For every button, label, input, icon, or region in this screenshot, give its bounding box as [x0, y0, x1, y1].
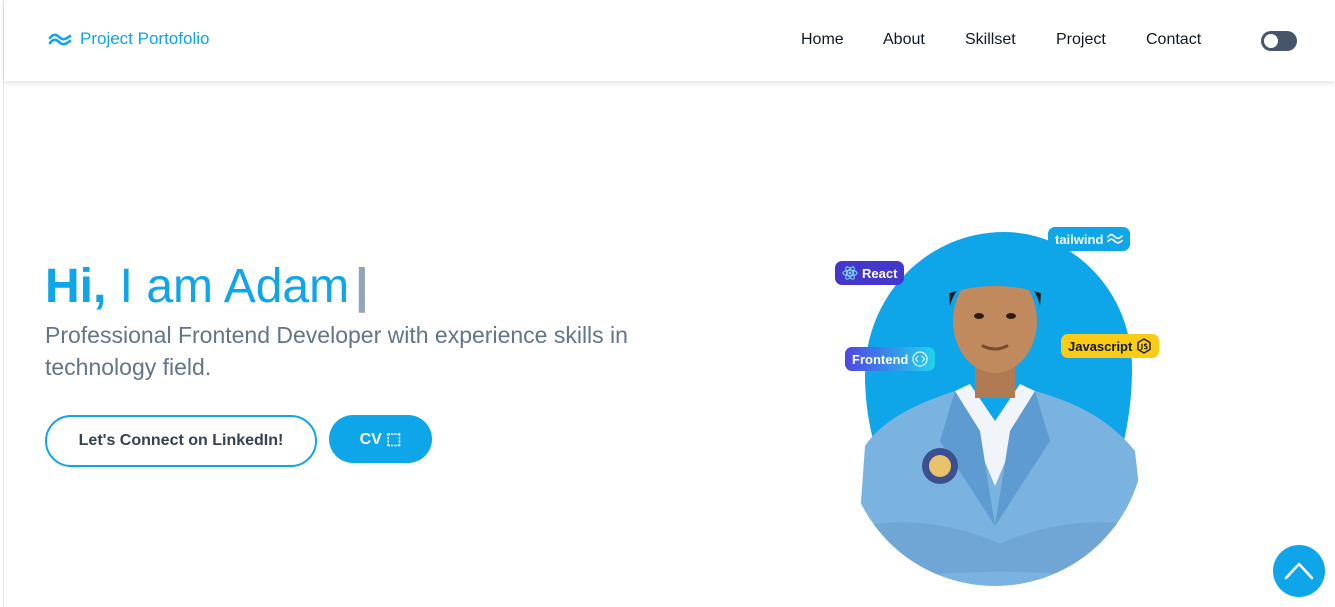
tailwind-badge: tailwind [1048, 227, 1131, 251]
frontend-badge: Frontend [845, 347, 936, 371]
react-badge-label: React [862, 265, 898, 281]
toggle-knob [1264, 34, 1278, 48]
chevron-up-icon [1284, 562, 1314, 580]
nav-contact[interactable]: Contact [1146, 31, 1201, 49]
nodejs-icon [1137, 338, 1152, 354]
scroll-to-top-button[interactable] [1273, 545, 1325, 597]
hero-description: Professional Frontend Developer with exp… [45, 322, 628, 380]
react-badge: React [835, 261, 905, 285]
brand-name: Project Portofolio [80, 29, 210, 48]
javascript-badge: Javascript [1061, 334, 1160, 358]
tailwind-wave-icon [48, 33, 72, 46]
navbar: Project Portofolio Home About Skillset P… [4, 0, 1335, 81]
tailwind-badge-label: tailwind [1055, 231, 1104, 247]
nav-skillset[interactable]: Skillset [965, 31, 1016, 49]
frontend-badge-label: Frontend [852, 351, 909, 367]
cv-button[interactable]: CV ⬚ [329, 415, 432, 463]
javascript-badge-label: Javascript [1068, 338, 1133, 354]
nav-about[interactable]: About [883, 31, 925, 49]
code-icon [912, 351, 928, 367]
linkedin-button[interactable]: Let's Connect on LinkedIn! [45, 415, 317, 467]
nav-project[interactable]: Project [1056, 31, 1106, 49]
brand-logo[interactable]: Project Portofolio [48, 29, 209, 49]
typing-cursor: | [355, 260, 369, 313]
tailwind-icon [1107, 233, 1124, 244]
react-icon [842, 266, 858, 280]
hero-greeting: Hi, [45, 260, 107, 313]
hero-title: Hi, I am Adam | [45, 259, 369, 315]
hero-intro: I am Adam [106, 260, 350, 313]
theme-toggle[interactable] [1261, 31, 1297, 51]
nav-home[interactable]: Home [801, 31, 844, 49]
